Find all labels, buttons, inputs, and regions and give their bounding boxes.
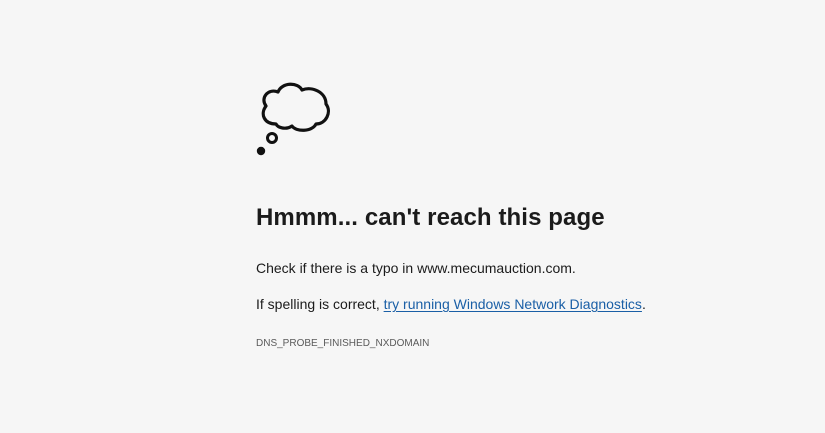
spelling-message: If spelling is correct, try running Wind… bbox=[256, 296, 646, 312]
typo-suffix: . bbox=[571, 260, 576, 276]
typo-message: Check if there is a typo in www.mecumauc… bbox=[256, 260, 576, 276]
spelling-suffix: . bbox=[641, 296, 646, 312]
error-headline: Hmmm... can't reach this page bbox=[256, 204, 605, 231]
thought-cloud-icon bbox=[256, 82, 330, 156]
typo-prefix: Check if there is a typo in bbox=[256, 260, 418, 276]
spelling-prefix: If spelling is correct, bbox=[256, 296, 384, 312]
domain-text: www.mecumauction.com bbox=[417, 260, 572, 276]
error-page: Hmmm... can't reach this page Check if t… bbox=[0, 0, 825, 433]
error-content: Hmmm... can't reach this page Check if t… bbox=[256, 80, 776, 349]
error-code: DNS_PROBE_FINISHED_NXDOMAIN bbox=[256, 338, 430, 349]
network-diagnostics-link[interactable]: try running Windows Network Diagnostics bbox=[384, 296, 642, 312]
